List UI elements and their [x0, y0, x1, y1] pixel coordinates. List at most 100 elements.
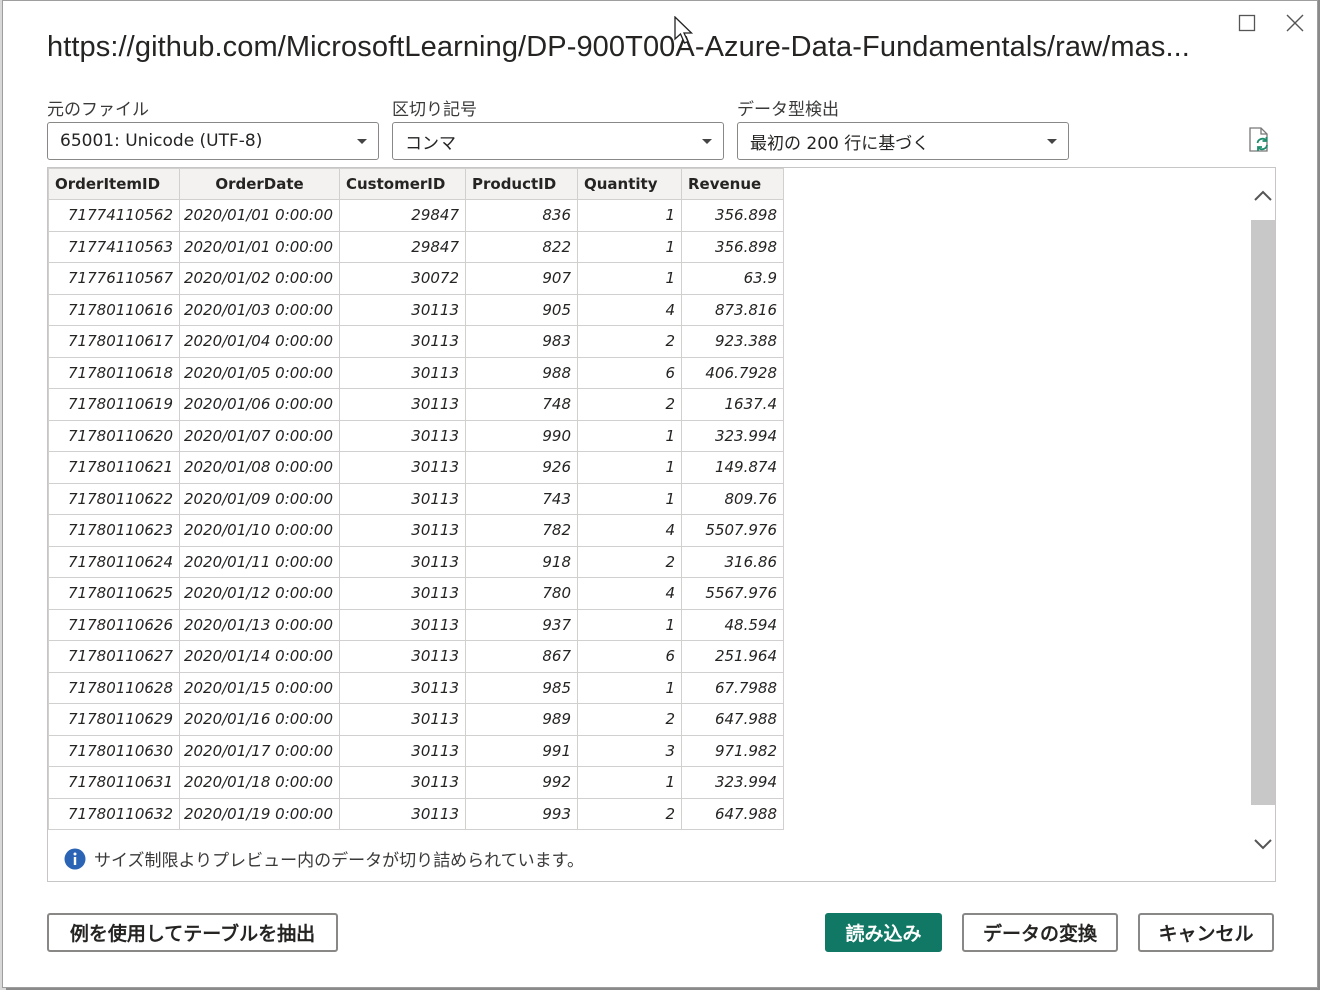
table-row: 71780110627 2020/01/14 0:00:00 30113 867 6 25…	[48, 640, 784, 673]
table-cell: 647.988	[681, 797, 784, 830]
table-cell: 30113	[339, 419, 466, 452]
table-cell: 2020/01/17 0:00:00	[179, 734, 340, 767]
table-cell: 1	[577, 451, 682, 484]
table-row: 71780110630 2020/01/17 0:00:00 30113 991 3 97…	[48, 734, 784, 767]
table-cell: 780	[465, 577, 578, 610]
table-cell: 71776110567	[48, 262, 180, 295]
table-cell: 4	[577, 577, 682, 610]
table-cell: 2020/01/01 0:00:00	[179, 230, 340, 263]
transform-data-button[interactable]: データの変換	[962, 913, 1118, 952]
table-cell: 251.964	[681, 640, 784, 673]
type-detection-select[interactable]: 最初の 200 行に基づく	[737, 122, 1069, 160]
info-icon	[64, 848, 86, 869]
close-button[interactable]	[1281, 9, 1309, 37]
table-cell: 809.76	[681, 482, 784, 515]
file-origin-select[interactable]: 65001: Unicode (UTF-8)	[47, 122, 379, 160]
table-cell: 2	[577, 703, 682, 736]
column-header[interactable]: Revenue	[681, 168, 784, 200]
table-cell: 71780110621	[48, 451, 180, 484]
table-cell: 822	[465, 230, 578, 263]
mouse-pointer-icon	[674, 16, 694, 44]
table-cell: 63.9	[681, 262, 784, 295]
table-cell: 1	[577, 199, 682, 232]
table-cell: 30113	[339, 608, 466, 641]
type-detection-value: 最初の 200 行に基づく	[750, 133, 930, 154]
table-cell: 30113	[339, 293, 466, 326]
table-cell: 2020/01/06 0:00:00	[179, 388, 340, 421]
table-cell: 2	[577, 545, 682, 578]
table-cell: 743	[465, 482, 578, 515]
table-cell: 71780110619	[48, 388, 180, 421]
table-cell: 2020/01/02 0:00:00	[179, 262, 340, 295]
table-cell: 323.994	[681, 419, 784, 452]
refresh-preview-icon[interactable]	[1245, 126, 1273, 154]
table-cell: 2020/01/11 0:00:00	[179, 545, 340, 578]
table-cell: 2020/01/18 0:00:00	[179, 766, 340, 799]
table-cell: 782	[465, 514, 578, 547]
table-row: 71780110620 2020/01/07 0:00:00 30113 990 1 32…	[48, 419, 784, 452]
table-cell: 836	[465, 199, 578, 232]
table-cell: 1	[577, 230, 682, 263]
table-row: 71774110563 2020/01/01 0:00:00 29847 822 1 35…	[48, 230, 784, 263]
table-cell: 2020/01/03 0:00:00	[179, 293, 340, 326]
column-header[interactable]: CustomerID	[339, 168, 466, 200]
table-cell: 2020/01/10 0:00:00	[179, 514, 340, 547]
vertical-scrollbar[interactable]	[1250, 168, 1276, 881]
table-row: 71780110618 2020/01/05 0:00:00 30113 988 6 40…	[48, 356, 784, 389]
cancel-button[interactable]: キャンセル	[1138, 913, 1274, 952]
table-cell: 356.898	[681, 230, 784, 263]
table-body: 71774110562 2020/01/01 0:00:00 29847 836 1 35…	[48, 199, 784, 830]
table-cell: 923.388	[681, 325, 784, 358]
column-header[interactable]: OrderItemID	[48, 168, 180, 200]
table-cell: 2020/01/14 0:00:00	[179, 640, 340, 673]
chevron-down-icon	[1047, 139, 1057, 144]
type-detection-label: データ型検出	[737, 100, 839, 120]
file-origin-label: 元のファイル	[47, 100, 149, 120]
table-cell: 30113	[339, 451, 466, 484]
table-cell: 2020/01/05 0:00:00	[179, 356, 340, 389]
table-cell: 406.7928	[681, 356, 784, 389]
scroll-up-icon[interactable]	[1254, 190, 1272, 202]
table-cell: 990	[465, 419, 578, 452]
scroll-down-icon[interactable]	[1254, 838, 1272, 850]
column-header[interactable]: ProductID	[465, 168, 578, 200]
close-icon	[1286, 14, 1304, 32]
maximize-icon	[1238, 14, 1256, 32]
column-header[interactable]: OrderDate	[179, 168, 340, 200]
table-cell: 867	[465, 640, 578, 673]
table-cell: 937	[465, 608, 578, 641]
table-cell: 918	[465, 545, 578, 578]
table-cell: 71780110629	[48, 703, 180, 736]
table-cell: 71780110618	[48, 356, 180, 389]
table-cell: 3	[577, 734, 682, 767]
table-cell: 1	[577, 482, 682, 515]
preview-table: OrderItemID OrderDate CustomerID Product…	[48, 168, 784, 830]
scrollbar-thumb[interactable]	[1251, 220, 1275, 805]
table-cell: 67.7988	[681, 671, 784, 704]
table-cell: 2	[577, 325, 682, 358]
table-cell: 1	[577, 766, 682, 799]
table-cell: 30113	[339, 545, 466, 578]
table-cell: 71774110563	[48, 230, 180, 263]
table-cell: 926	[465, 451, 578, 484]
table-cell: 29847	[339, 230, 466, 263]
table-cell: 2	[577, 797, 682, 830]
delimiter-select[interactable]: コンマ	[392, 122, 724, 160]
extract-table-button[interactable]: 例を使用してテーブルを抽出	[47, 913, 338, 952]
table-cell: 30113	[339, 671, 466, 704]
table-cell: 983	[465, 325, 578, 358]
table-cell: 4	[577, 293, 682, 326]
table-row: 71780110631 2020/01/18 0:00:00 30113 992 1 32…	[48, 766, 784, 799]
table-cell: 71780110627	[48, 640, 180, 673]
table-cell: 30113	[339, 388, 466, 421]
load-button[interactable]: 読み込み	[825, 913, 942, 952]
column-header[interactable]: Quantity	[577, 168, 682, 200]
table-cell: 989	[465, 703, 578, 736]
table-cell: 149.874	[681, 451, 784, 484]
table-cell: 30113	[339, 797, 466, 830]
table-cell: 985	[465, 671, 578, 704]
table-row: 71780110617 2020/01/04 0:00:00 30113 983 2 92…	[48, 325, 784, 358]
table-cell: 1	[577, 419, 682, 452]
table-cell: 2020/01/13 0:00:00	[179, 608, 340, 641]
table-cell: 30113	[339, 766, 466, 799]
